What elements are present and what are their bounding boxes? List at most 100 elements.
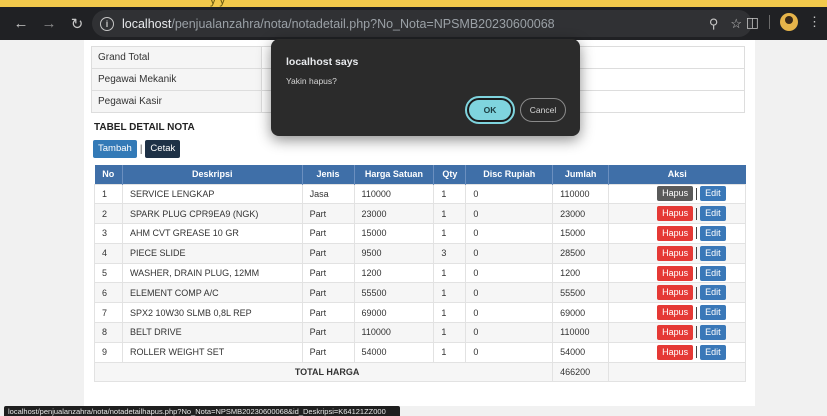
cell-jenis: Part (301, 282, 355, 304)
cell-no: 1 (94, 183, 123, 205)
action-separator (696, 247, 698, 260)
edit-button[interactable]: Edit (700, 186, 726, 202)
hapus-button[interactable]: Hapus (657, 344, 694, 360)
cell-deskripsi: ELEMENT COMP A/C (121, 282, 303, 304)
button-separator: | (139, 143, 143, 155)
dialog-cancel-button[interactable]: Cancel (520, 98, 566, 122)
menu-icon[interactable]: ⋮ (808, 14, 821, 30)
table-row: 1 SERVICE LENGKAP Jasa 110000 1 0 110000 Hapus E… (94, 183, 746, 205)
browser-toolbar: ← → ↻ i localhost/penjualanzahra/nota/no… (0, 7, 827, 40)
cell-harga-satuan: 55500 (353, 282, 435, 304)
cell-deskripsi: SERVICE LENGKAP (121, 183, 303, 205)
cell-harga-satuan: 15000 (353, 223, 435, 244)
extensions-icon[interactable]: ◫ (746, 14, 759, 31)
hapus-button[interactable]: Hapus (657, 265, 694, 281)
hapus-button[interactable]: Hapus (657, 305, 694, 321)
cell-disc-rupiah: 0 (465, 302, 554, 324)
cell-qty: 1 (433, 302, 467, 324)
cell-jumlah: 1200 (552, 262, 610, 284)
cell-qty: 1 (433, 282, 467, 304)
total-value: 466200 (552, 361, 610, 383)
cell-jumlah: 110000 (552, 183, 610, 205)
column-header-jumlah: Jumlah (552, 165, 610, 184)
edit-button[interactable]: Edit (700, 285, 726, 301)
column-header-jenis: Jenis (302, 165, 355, 184)
cell-jumlah: 28500 (552, 242, 610, 264)
reload-icon[interactable]: ↻ (66, 13, 88, 35)
site-info-icon[interactable]: i (100, 16, 114, 31)
column-header-deskripsi: Deskripsi (122, 165, 303, 184)
cell-qty: 1 (433, 262, 467, 284)
cell-jenis: Part (301, 302, 355, 324)
summary-label: Grand Total (91, 46, 262, 69)
table-row: 8 BELT DRIVE Part 110000 1 0 110000 Hapus Edit (94, 322, 746, 343)
cell-jumlah: 110000 (552, 322, 610, 343)
cell-qty: 3 (433, 242, 467, 264)
cell-no: 4 (94, 242, 123, 264)
status-bar-link: localhost/penjualanzahra/nota/notadetail… (4, 406, 400, 416)
cell-no: 7 (94, 302, 123, 324)
cell-jenis: Part (301, 242, 355, 264)
bookmark-star-icon[interactable]: ☆ (730, 16, 742, 32)
cell-aksi: Hapus Edit (608, 262, 746, 284)
cell-disc-rupiah: 0 (465, 341, 554, 363)
table-row: 5 WASHER, DRAIN PLUG, 12MM Part 1200 1 0 1200 H… (94, 262, 746, 284)
cell-deskripsi: SPX2 10W30 SLMB 0,8L REP (121, 302, 303, 324)
cell-jumlah: 15000 (552, 223, 610, 244)
address-bar[interactable]: i localhost/penjualanzahra/nota/notadeta… (92, 10, 752, 37)
edit-button[interactable]: Edit (700, 245, 726, 261)
cell-deskripsi: SPARK PLUG CPR9EA9 (NGK) (121, 203, 303, 225)
action-separator (696, 187, 698, 200)
dialog-ok-button[interactable]: OK (465, 96, 515, 124)
edit-button[interactable]: Edit (700, 324, 726, 340)
top-strip: y y (0, 0, 827, 7)
cell-harga-satuan: 110000 (353, 183, 435, 205)
cell-qty: 1 (433, 183, 467, 205)
detail-nota-table: No Deskripsi Jenis Harga Satuan Qty Disc… (93, 165, 746, 383)
table-row: 2 SPARK PLUG CPR9EA9 (NGK) Part 23000 1 0 2300… (94, 203, 746, 225)
cell-disc-rupiah: 0 (465, 282, 554, 304)
cell-deskripsi: BELT DRIVE (121, 322, 303, 343)
column-header-aksi: Aksi (608, 165, 746, 184)
edit-button[interactable]: Edit (700, 225, 726, 241)
hapus-button[interactable]: Hapus (657, 285, 694, 301)
forward-arrow-icon[interactable]: → (38, 13, 60, 35)
cell-jumlah: 23000 (552, 203, 610, 225)
cell-aksi: Hapus Edit (608, 203, 746, 225)
cell-deskripsi: PIECE SLIDE (121, 242, 303, 264)
edit-button[interactable]: Edit (700, 305, 726, 321)
profile-avatar-icon[interactable] (780, 13, 798, 31)
hapus-button[interactable]: Hapus (657, 225, 694, 241)
cetak-button[interactable]: Cetak (145, 140, 181, 158)
action-separator (696, 306, 698, 319)
cell-no: 6 (94, 282, 123, 304)
hapus-button[interactable]: Hapus (657, 324, 694, 340)
button-row: Tambah | Cetak (93, 140, 181, 158)
table-header-row: No Deskripsi Jenis Harga Satuan Qty Disc… (94, 165, 746, 184)
hapus-button[interactable]: Hapus (657, 245, 694, 261)
cell-jenis: Part (301, 223, 355, 244)
cell-deskripsi: AHM CVT GREASE 10 GR (121, 223, 303, 244)
cell-deskripsi: ROLLER WEIGHT SET (121, 341, 303, 363)
hapus-button[interactable]: Hapus (657, 186, 694, 202)
action-separator (696, 267, 698, 280)
cell-no: 3 (94, 223, 123, 244)
table-row: 4 PIECE SLIDE Part 9500 3 0 28500 Hapus Edit (94, 242, 746, 264)
table-row: 3 AHM CVT GREASE 10 GR Part 15000 1 0 15000 Hap… (94, 223, 746, 244)
column-header-disc-rupiah: Disc Rupiah (465, 165, 554, 184)
url-path: /penjualanzahra/nota/notadetail.php?No_N… (171, 16, 555, 31)
cell-disc-rupiah: 0 (465, 242, 554, 264)
edit-button[interactable]: Edit (700, 265, 726, 281)
hapus-button[interactable]: Hapus (657, 206, 694, 222)
cell-aksi: Hapus Edit (608, 282, 746, 304)
action-separator (696, 227, 698, 240)
tambah-button[interactable]: Tambah (93, 140, 137, 158)
cell-harga-satuan: 23000 (353, 203, 435, 225)
cell-no: 8 (94, 322, 123, 343)
edit-button[interactable]: Edit (700, 206, 726, 222)
edit-button[interactable]: Edit (700, 344, 726, 360)
cell-harga-satuan: 69000 (353, 302, 435, 324)
zoom-icon[interactable]: ⚲ (709, 16, 719, 32)
back-arrow-icon[interactable]: ← (10, 13, 32, 35)
cell-disc-rupiah: 0 (465, 322, 554, 343)
